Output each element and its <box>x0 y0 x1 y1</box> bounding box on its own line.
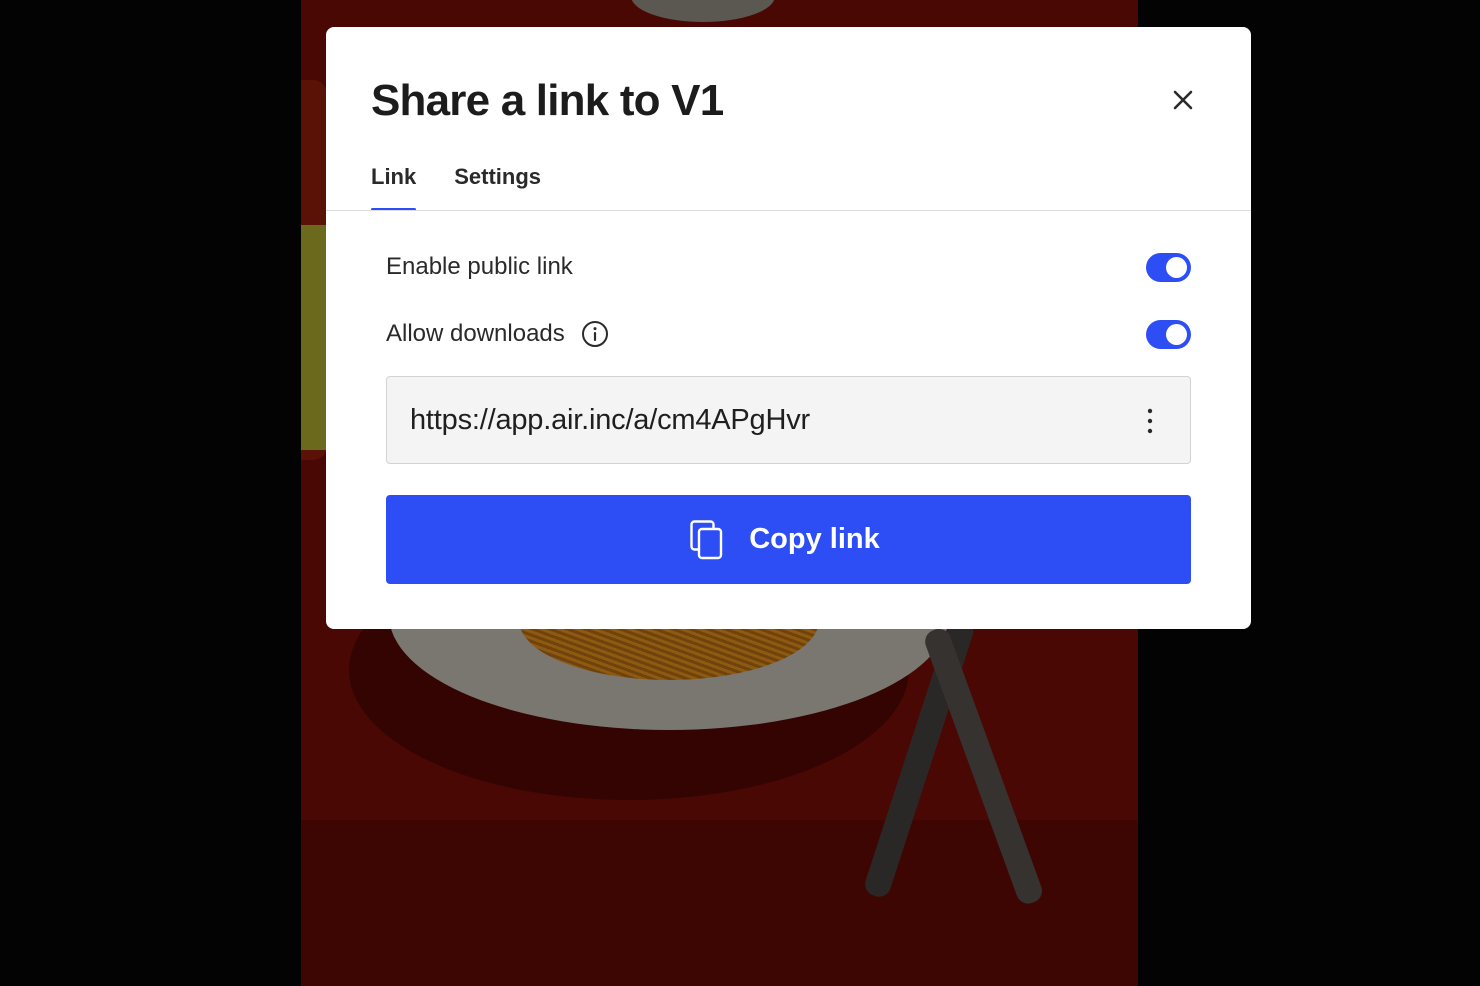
dialog-title: Share a link to V1 <box>371 76 724 125</box>
allow-downloads-row: Allow downloads <box>386 314 1191 354</box>
info-icon[interactable] <box>581 320 609 348</box>
more-options-button[interactable] <box>1140 403 1160 439</box>
share-url-field[interactable]: https://app.air.inc/a/cm4APgHvr <box>386 376 1191 464</box>
copy-link-button[interactable]: Copy link <box>386 495 1191 584</box>
photo-jar-label <box>301 225 327 450</box>
tab-settings[interactable]: Settings <box>454 163 541 211</box>
toggle-knob <box>1166 324 1187 345</box>
allow-downloads-toggle[interactable] <box>1146 320 1191 349</box>
close-button[interactable] <box>1162 79 1204 121</box>
allow-downloads-label: Allow downloads <box>386 320 565 347</box>
close-icon <box>1173 90 1193 110</box>
copy-link-label: Copy link <box>749 523 880 555</box>
photo-cup <box>631 0 775 22</box>
copy-icon <box>689 519 725 560</box>
tab-bar: Link Settings <box>371 163 541 211</box>
share-url-text: https://app.air.inc/a/cm4APgHvr <box>410 404 810 436</box>
public-link-label: Enable public link <box>386 253 573 280</box>
tab-divider <box>326 210 1251 211</box>
public-link-toggle[interactable] <box>1146 253 1191 282</box>
more-vertical-icon <box>1147 408 1153 434</box>
tab-link[interactable]: Link <box>371 163 417 211</box>
toggle-knob <box>1166 257 1187 278</box>
public-link-row: Enable public link <box>386 247 1191 287</box>
share-link-dialog: Share a link to V1 Link Settings Enable … <box>326 27 1251 629</box>
